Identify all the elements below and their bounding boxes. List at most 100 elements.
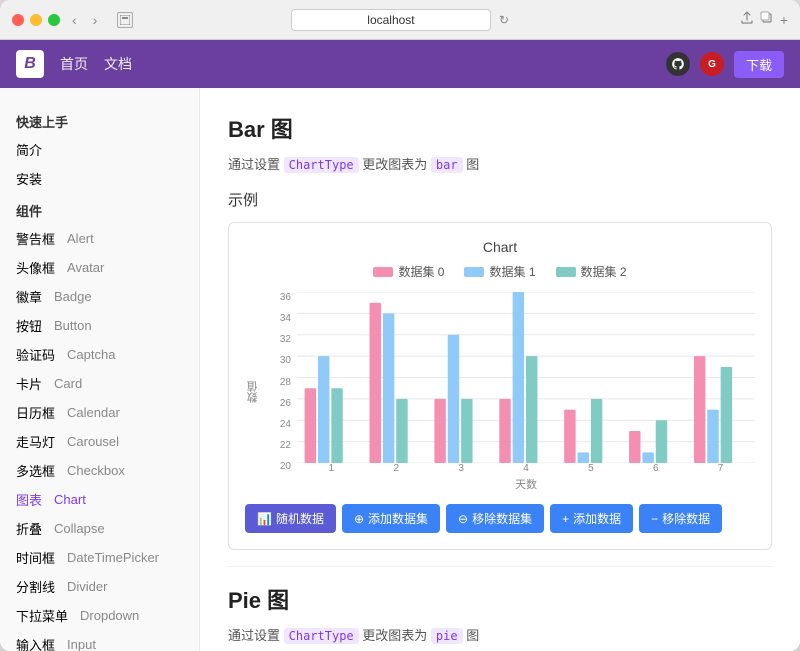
sidebar-item-chart[interactable]: 图表 Chart (0, 485, 199, 514)
minimize-button[interactable] (30, 14, 42, 26)
nav-home[interactable]: 首页 (60, 54, 88, 74)
legend-color-1 (464, 267, 484, 277)
sidebar-section-quick: 快速上手 (0, 104, 199, 135)
sidebar-item-install[interactable]: 安装 (0, 164, 199, 193)
y-label-26: 26 (269, 398, 291, 409)
remove-dataset-button[interactable]: ⊖ 移除数据集 (446, 504, 544, 533)
x-label-1: 1 (299, 463, 364, 474)
sidebar: 快速上手 简介 安装 组件 警告框 Alert 头像框 Avatar 徽章 Ba… (0, 88, 200, 651)
y-label-34: 34 (269, 313, 291, 324)
chart-plot-area: 1 2 3 4 5 6 7 天数 (297, 292, 755, 492)
pie-section-desc: 通过设置 ChartType 更改图表为 pie 图 (228, 625, 772, 644)
bar-example-label: 示例 (228, 189, 772, 210)
bar-chart-svg-el (297, 292, 755, 463)
duplicate-button[interactable] (760, 11, 774, 28)
pie-section: Pie 图 通过设置 ChartType 更改图表为 pie 图 示例 (228, 583, 772, 651)
legend-color-0 (373, 267, 393, 277)
sidebar-section-components: 组件 (0, 193, 199, 224)
y-label-24: 24 (269, 419, 291, 430)
y-label-28: 28 (269, 377, 291, 388)
main-layout: 快速上手 简介 安装 组件 警告框 Alert 头像框 Avatar 徽章 Ba… (0, 88, 800, 651)
maximize-button[interactable] (48, 14, 60, 26)
traffic-lights (12, 14, 60, 26)
sidebar-item-carousel[interactable]: 走马灯 Carousel (0, 427, 199, 456)
legend-color-2 (556, 267, 576, 277)
bar-chart-box: Chart 数据集 0 数据集 1 数据集 2 (228, 222, 772, 550)
x-axis-labels: 1 2 3 4 5 6 7 (297, 463, 755, 474)
remove-data-button[interactable]: − 移除数据 (639, 504, 722, 533)
content-area: Bar 图 通过设置 ChartType 更改图表为 bar 图 示例 Char… (200, 88, 800, 651)
download-button[interactable]: 下载 (734, 51, 784, 78)
titlebar: ‹ › localhost ↻ + (0, 0, 800, 40)
forward-button[interactable]: › (89, 10, 102, 30)
random-data-button[interactable]: 📊 随机数据 (245, 504, 336, 533)
x-label-4: 4 (494, 463, 559, 474)
y-label-36: 36 (269, 292, 291, 303)
legend-item-0: 数据集 0 (373, 263, 444, 280)
sidebar-item-input[interactable]: 输入框 Input (0, 630, 199, 651)
sidebar-item-dropdown[interactable]: 下拉菜单 Dropdown (0, 601, 199, 630)
legend-label-0: 数据集 0 (398, 263, 444, 280)
gitee-icon[interactable]: G (700, 52, 724, 76)
refresh-button[interactable]: ↻ (499, 13, 509, 27)
charttype-code-2: ChartType (284, 628, 359, 644)
sidebar-item-alert[interactable]: 警告框 Alert (0, 224, 199, 253)
legend-item-1: 数据集 1 (464, 263, 535, 280)
sidebar-item-button[interactable]: 按钮 Button (0, 311, 199, 340)
sidebar-item-collapse[interactable]: 折叠 Collapse (0, 514, 199, 543)
y-label-20: 20 (269, 461, 291, 472)
bar-section-title: Bar 图 (228, 112, 772, 144)
bar-section-desc: 通过设置 ChartType 更改图表为 bar 图 (228, 154, 772, 173)
remove-set-icon: ⊖ (458, 512, 468, 526)
back-button[interactable]: ‹ (68, 10, 81, 30)
add-data-button[interactable]: + 添加数据 (550, 504, 633, 533)
window-icon (117, 12, 133, 28)
sidebar-item-checkbox[interactable]: 多选框 Checkbox (0, 456, 199, 485)
sidebar-item-card[interactable]: 卡片 Card (0, 369, 199, 398)
browser-window: ‹ › localhost ↻ + B 首页 文档 (0, 0, 800, 651)
url-bar[interactable]: localhost (291, 9, 491, 31)
x-label-2: 2 (364, 463, 429, 474)
x-axis-title: 天数 (297, 476, 755, 492)
x-label-5: 5 (558, 463, 623, 474)
header-right: G 下载 (666, 51, 784, 78)
close-button[interactable] (12, 14, 24, 26)
section-divider (228, 566, 772, 567)
sidebar-item-badge[interactable]: 徽章 Badge (0, 282, 199, 311)
add-dataset-button[interactable]: ⊕ 添加数据集 (342, 504, 440, 533)
y-label-32: 32 (269, 334, 291, 345)
brand-logo: B (16, 50, 44, 78)
x-label-7: 7 (688, 463, 753, 474)
titlebar-right: + (740, 11, 788, 28)
charttype-code-1: ChartType (284, 157, 359, 173)
sidebar-item-datetimepicker[interactable]: 时间框 DateTimePicker (0, 543, 199, 572)
nav-docs[interactable]: 文档 (104, 54, 132, 74)
pie-code: pie (431, 628, 463, 644)
y-axis-title: 数值 (245, 381, 261, 403)
legend-item-2: 数据集 2 (556, 263, 627, 280)
bar-chart-svg (297, 292, 755, 463)
add-tab-button[interactable]: + (780, 11, 788, 28)
sidebar-item-divider[interactable]: 分割线 Divider (0, 572, 199, 601)
sidebar-item-avatar[interactable]: 头像框 Avatar (0, 253, 199, 282)
x-label-6: 6 (623, 463, 688, 474)
titlebar-center: localhost ↻ (291, 9, 509, 31)
app-header: B 首页 文档 G 下载 (0, 40, 800, 88)
legend-label-1: 数据集 1 (489, 263, 535, 280)
sidebar-item-intro[interactable]: 简介 (0, 135, 199, 164)
chart-legend: 数据集 0 数据集 1 数据集 2 (245, 263, 755, 280)
x-label-3: 3 (429, 463, 494, 474)
sidebar-item-calendar[interactable]: 日历框 Calendar (0, 398, 199, 427)
github-icon[interactable] (666, 52, 690, 76)
chart-buttons: 📊 随机数据 ⊕ 添加数据集 ⊖ 移除数据集 + 添加数据 (245, 504, 755, 533)
y-axis-title-container: 数值 (245, 292, 265, 492)
chart-title: Chart (245, 239, 755, 255)
remove-data-icon: − (651, 512, 658, 526)
add-data-icon: + (562, 512, 569, 526)
legend-label-2: 数据集 2 (581, 263, 627, 280)
header-nav: 首页 文档 (60, 54, 132, 74)
bar-code: bar (431, 157, 463, 173)
y-label-22: 22 (269, 440, 291, 451)
sidebar-item-captcha[interactable]: 验证码 Captcha (0, 340, 199, 369)
share-button[interactable] (740, 11, 754, 28)
